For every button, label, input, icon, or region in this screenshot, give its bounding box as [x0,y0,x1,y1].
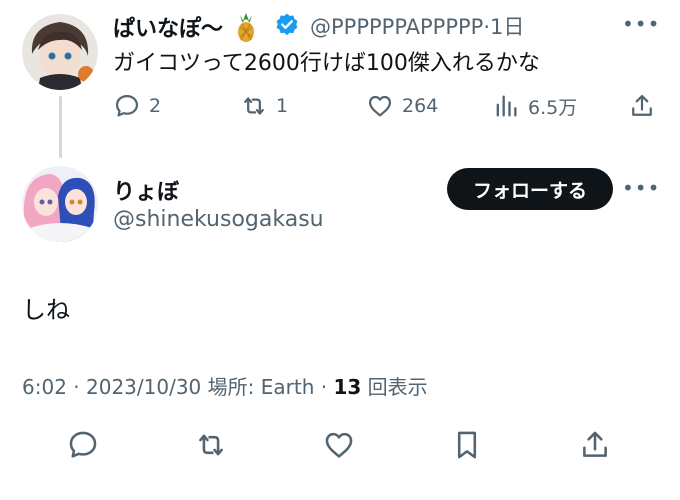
bookmark-button[interactable] [450,428,484,462]
tweet-date[interactable]: 2023/10/30 [86,375,201,399]
retweet-arrows-icon [244,97,264,115]
speech-bubble-icon [69,431,97,458]
like-button[interactable] [322,428,356,462]
share-button[interactable] [628,90,656,122]
main-handle[interactable]: @shinekusogakasu [113,207,324,232]
parent-time[interactable]: 1日 [490,15,524,39]
share-upload-icon [632,94,652,116]
parent-handle-and-time[interactable]: @PPPPPPAPPPPP·1日 [310,11,524,41]
views-button[interactable]: 6.5万 [492,90,577,122]
parent-handle[interactable]: @PPPPPPAPPPPP [310,15,483,39]
more-dots-icon[interactable]: ••• [622,12,660,36]
parent-tweet-text: ガイコツって2600行けば100傑入れるかな [113,51,540,76]
reply-count: 2 [149,95,162,117]
tweet-location: 場所: Earth [207,375,315,399]
main-avatar[interactable] [22,166,98,242]
retweet-button[interactable] [194,428,228,462]
main-tweet-text: しね [22,296,70,324]
verified-badge-icon [274,12,300,38]
pineapple-emoji-icon [231,11,261,43]
heart-icon [325,432,353,458]
like-count: 264 [402,95,439,117]
parent-avatar[interactable] [22,14,98,90]
tweet-view-label: 回表示 [367,375,428,399]
share-upload-icon [583,431,607,457]
more-dots-icon[interactable]: ••• [622,176,660,200]
like-button[interactable]: 264 [366,90,438,122]
retweet-arrows-icon [199,434,223,456]
retweet-count: 1 [276,95,289,117]
tweet-metadata: 6:02 · 2023/10/30 場所: Earth · 13 回表示 [22,375,428,399]
bookmark-icon [457,431,477,459]
separator-dot: · [483,15,491,39]
tweet-view-count: 13 [333,375,362,399]
thread-connector-line [59,96,62,158]
retweet-button[interactable]: 1 [240,90,288,122]
view-count: 6.5万 [528,96,578,119]
follow-button[interactable]: フォローする [447,168,613,210]
main-display-name[interactable]: りょぼ [113,174,179,206]
heart-icon [368,95,392,117]
bar-chart-icon [496,95,517,117]
share-button[interactable] [578,428,612,462]
parent-display-name[interactable]: ぱいなぽ〜 [113,11,223,43]
reply-button[interactable] [66,428,100,462]
tweet-time[interactable]: 6:02 [22,375,67,399]
reply-button[interactable]: 2 [113,90,161,122]
speech-bubble-icon [115,94,139,117]
